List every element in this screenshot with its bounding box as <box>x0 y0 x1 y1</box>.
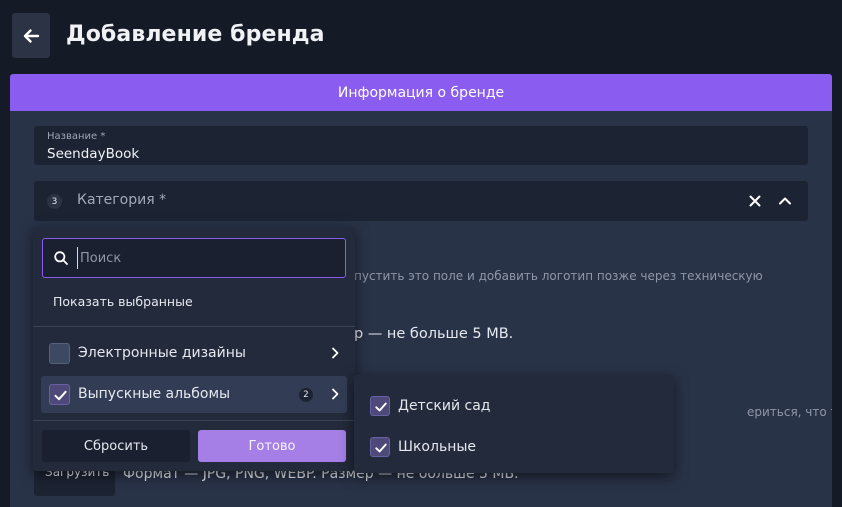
show-selected-link[interactable]: Показать выбранные <box>53 294 193 309</box>
check-icon <box>375 402 387 412</box>
option-label: Школьные <box>398 439 477 455</box>
option-label: Выпускные альбомы <box>78 386 231 402</box>
divider <box>33 420 355 421</box>
search-input[interactable] <box>77 247 327 269</box>
name-field[interactable]: Название * SeendayBook <box>34 126 808 165</box>
subcategory-panel: Детский сад Школьные <box>354 375 674 473</box>
divider <box>33 326 355 327</box>
arrow-left-icon <box>23 28 40 43</box>
selected-count-badge: 2 <box>299 388 313 402</box>
page-title: Добавление бренда <box>66 22 325 47</box>
option-graduation-albums[interactable]: Выпускные альбомы 2 <box>41 376 347 413</box>
close-icon[interactable] <box>747 193 763 209</box>
check-icon <box>375 443 387 453</box>
chevron-right-icon[interactable] <box>328 387 342 401</box>
search-box[interactable] <box>42 238 346 278</box>
reset-button[interactable]: Сбросить <box>42 430 190 462</box>
checkbox-checked[interactable] <box>49 384 70 405</box>
back-button[interactable] <box>12 13 50 58</box>
done-button[interactable]: Готово <box>198 430 346 462</box>
chevron-right-icon[interactable] <box>328 346 342 360</box>
chevron-up-icon[interactable] <box>777 193 793 209</box>
option-school[interactable]: Школьные <box>354 426 674 466</box>
category-dropdown: Показать выбранные Электронные дизайны В… <box>33 227 355 471</box>
search-icon <box>54 251 68 265</box>
card-title: Информация о бренде <box>10 74 832 111</box>
option-kindergarten[interactable]: Детский сад <box>354 385 674 425</box>
option-label: Детский сад <box>398 398 491 414</box>
logo-format-text: p — не больше 5 MB. <box>354 326 514 342</box>
logo-help-text: пустить это поле и добавить логотип позж… <box>354 269 763 283</box>
page-header: Добавление бренда <box>0 0 842 74</box>
check-icon <box>54 390 67 401</box>
name-field-value[interactable]: SeendayBook <box>47 146 139 162</box>
option-label: Электронные дизайны <box>78 345 246 361</box>
name-field-label: Название * <box>47 131 106 142</box>
category-label: Категория * <box>77 192 167 208</box>
checkbox-checked[interactable] <box>370 437 390 457</box>
category-select[interactable]: 3 Категория * <box>34 181 808 221</box>
checkbox[interactable] <box>49 343 70 364</box>
category-selected-count: 3 <box>47 194 62 209</box>
checkbox-checked[interactable] <box>370 396 390 416</box>
option-electronic-designs[interactable]: Электронные дизайны <box>41 335 347 372</box>
hint-text-right: ериться, что такой <box>747 405 832 419</box>
